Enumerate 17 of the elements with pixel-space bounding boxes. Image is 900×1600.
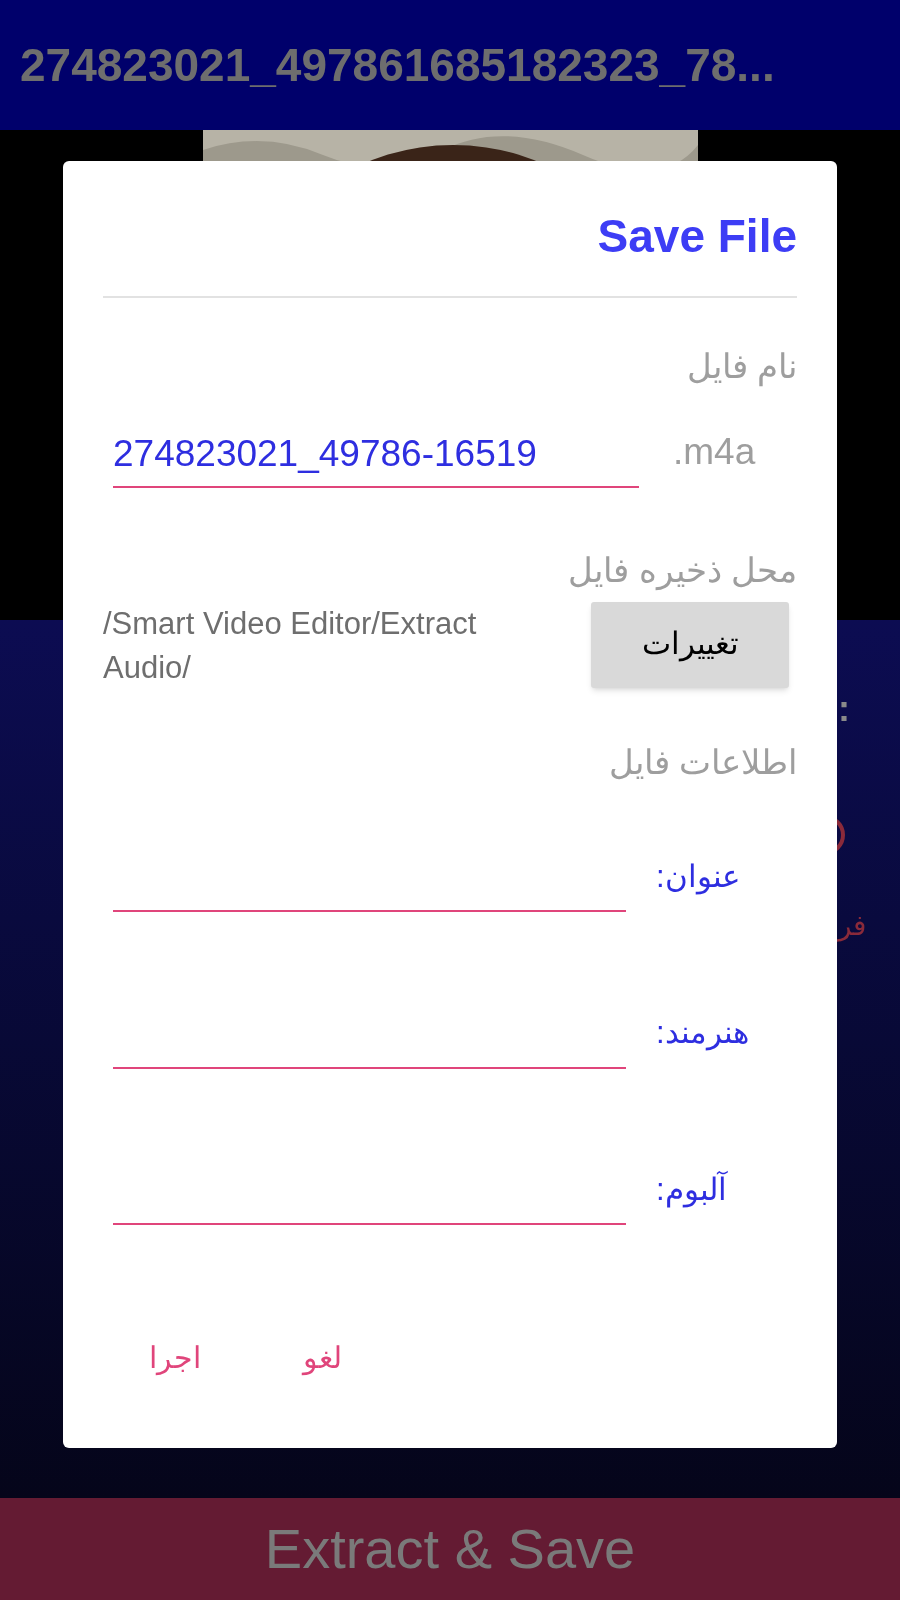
- app-bar-title: 274823021_497861685182323_78...: [20, 37, 775, 93]
- side-mark: :: [838, 687, 850, 731]
- location-path: /Smart Video Editor/Extract Audio/: [103, 604, 478, 687]
- side-label: فر: [838, 909, 866, 944]
- file-extension: .m4a: [673, 430, 756, 474]
- field-label: آلبوم:: [656, 1170, 727, 1210]
- field-label: عنوان:: [656, 857, 741, 897]
- dialog-button[interactable]: لغو: [297, 1335, 348, 1380]
- file-name-label: نام فایل: [685, 346, 797, 388]
- dialog-button[interactable]: اجرا: [143, 1335, 207, 1380]
- file-info-label: اطلاعات فایل: [607, 741, 797, 783]
- file-name-field[interactable]: 274823021_49786-16519: [113, 426, 639, 488]
- extract-save-button[interactable]: Extract & Save: [0, 1498, 900, 1600]
- location-label: محل ذخیره فایل: [567, 549, 797, 592]
- change-button[interactable]: تغییرات: [591, 601, 789, 688]
- dialog-title: Save File: [596, 209, 797, 264]
- field-label: هنرمند:: [656, 1014, 749, 1053]
